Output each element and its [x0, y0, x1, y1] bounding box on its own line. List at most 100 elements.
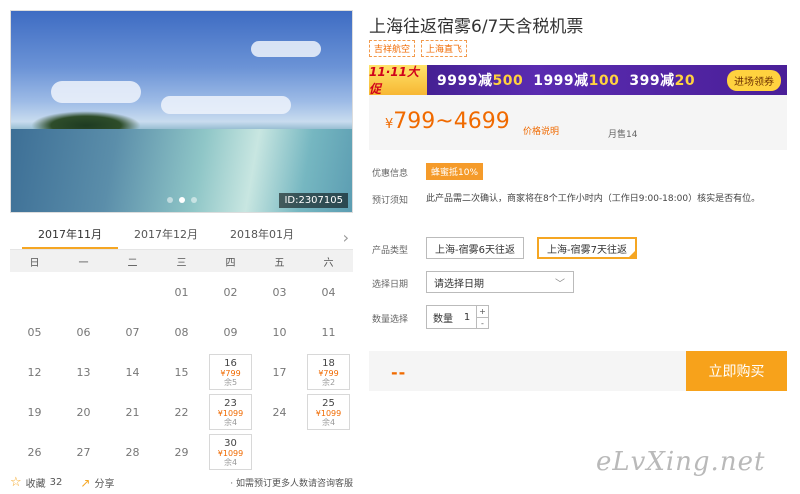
day-number: 01 — [174, 285, 189, 299]
product-type-option-selected[interactable]: 上海-宿雾7天往返 — [537, 237, 637, 259]
chevron-right-icon[interactable]: › — [343, 228, 349, 247]
day-stock: 余4 — [223, 417, 238, 427]
day-number: 14 — [125, 365, 140, 379]
photo-cloud — [161, 96, 291, 114]
calendar-month-tab[interactable]: 2017年12月 — [118, 226, 214, 249]
calendar-day — [59, 272, 108, 312]
price-range: ¥799~4699 — [385, 109, 510, 134]
calendar-day: 10 — [255, 312, 304, 352]
weekday-label: 五 — [274, 257, 285, 269]
weekday-label: 日 — [29, 257, 40, 269]
calendar-month-tabs: 2017年11月 2017年12月 2018年01月 › — [10, 222, 353, 250]
day-number: 29 — [174, 445, 189, 459]
calendar-day: 08 — [157, 312, 206, 352]
calendar-day: 07 — [108, 312, 157, 352]
day-number: 08 — [174, 325, 189, 339]
day-price: ¥1099 — [315, 408, 342, 418]
calendar-day: 02 — [206, 272, 255, 312]
day-number: 05 — [27, 325, 42, 339]
decrement-button[interactable]: - — [477, 318, 488, 329]
day-number: 30 — [224, 437, 237, 449]
day-stock: 余4 — [321, 417, 336, 427]
increment-button[interactable]: + — [477, 306, 488, 318]
day-number: 21 — [125, 405, 140, 419]
discount-label: 优惠信息 — [372, 169, 409, 179]
calendar-day: 29 — [157, 432, 206, 472]
promo-banner[interactable]: 11·11大促 9999减500 1999减100 399减20 进场领券 — [369, 65, 787, 96]
quantity-value[interactable]: 1 — [458, 312, 476, 323]
calendar-day: 09 — [206, 312, 255, 352]
share-icon: ↗ — [80, 475, 91, 490]
calendar-day — [255, 432, 304, 472]
day-stock: 余4 — [223, 457, 238, 467]
day-number: 23 — [224, 397, 237, 409]
get-coupon-button[interactable]: 进场领券 — [727, 69, 781, 91]
share-label: 分享 — [94, 479, 115, 490]
day-number: 18 — [322, 357, 335, 369]
date-select[interactable]: 请选择日期 ﹀ — [426, 271, 574, 293]
carousel-dot-active[interactable] — [178, 197, 185, 203]
day-number: 06 — [76, 325, 91, 339]
calendar-weekday-header: 日 一 二 三 四 五 六 — [10, 250, 353, 272]
calendar-day-available[interactable]: 23 ¥1099 余4 — [209, 394, 252, 430]
date-label: 选择日期 — [372, 280, 409, 290]
calendar-day-available[interactable]: 30 ¥1099 余4 — [209, 434, 252, 470]
share-button[interactable]: ↗ 分享 — [80, 475, 115, 491]
day-number: 04 — [321, 285, 336, 299]
quantity-field-label: 数量 — [433, 313, 453, 325]
day-number: 16 — [224, 357, 237, 369]
carousel-dot[interactable] — [190, 197, 197, 203]
favorite-label: 收藏 — [25, 479, 46, 490]
day-number: 25 — [322, 397, 335, 409]
photo-cloud — [51, 81, 141, 103]
day-number: 27 — [76, 445, 91, 459]
favorite-count: 32 — [49, 477, 63, 488]
day-stock: 余5 — [223, 377, 238, 387]
calendar-day — [108, 272, 157, 312]
weekday-label: 六 — [323, 257, 334, 269]
calendar-day-available[interactable]: 18 ¥799 余2 — [307, 354, 350, 390]
calendar-day-available[interactable]: 25 ¥1099 余4 — [307, 394, 350, 430]
day-number: 15 — [174, 365, 189, 379]
day-price: ¥1099 — [217, 448, 244, 458]
product-photo[interactable]: ID:2307105 — [10, 10, 353, 213]
product-type-option[interactable]: 上海-宿雾6天往返 — [426, 237, 524, 259]
day-number: 07 — [125, 325, 140, 339]
carousel-dot[interactable] — [166, 197, 173, 203]
calendar-day-available[interactable]: 16 ¥799 余5 — [209, 354, 252, 390]
consult-note[interactable]: · 如需预订更多人数请咨询客服 — [230, 476, 353, 489]
calendar-day: 04 — [304, 272, 353, 312]
calendar-day: 20 — [59, 392, 108, 432]
weekday-label: 三 — [176, 257, 187, 269]
product-tag: 吉祥航空 — [369, 40, 416, 57]
calendar-month-tab[interactable]: 2018年01月 — [214, 226, 310, 249]
calendar-month-tab[interactable]: 2017年11月 — [22, 226, 118, 249]
quantity-label: 数量选择 — [372, 315, 409, 325]
discount-badge: 蜂蜜抵10% — [426, 163, 484, 180]
product-tag: 上海直飞 — [421, 40, 468, 57]
calendar-day: 24 — [255, 392, 304, 432]
selected-check-icon — [627, 250, 636, 258]
calendar-day: 28 — [108, 432, 157, 472]
weekday-label: 一 — [78, 257, 89, 269]
price-explain-link[interactable]: 价格说明 — [523, 124, 559, 137]
quantity-stepper[interactable]: 数量 1 + - — [426, 305, 489, 329]
buy-now-button[interactable]: 立即购买 — [686, 351, 787, 391]
day-price: ¥799 — [220, 368, 241, 378]
calendar-grid: 01 02 03 04 05 06 07 08 09 10 11 12 13 14 15 16 ¥799 余5 17… — [10, 272, 353, 472]
date-select-placeholder: 请选择日期 — [434, 278, 484, 290]
booking-notice-text: 此产品需二次确认，商家将在8个工作小时内（工作日9:00-18:00）核实是否有… — [426, 194, 761, 204]
day-number: 28 — [125, 445, 140, 459]
day-number: 19 — [27, 405, 42, 419]
calendar-day: 19 — [10, 392, 59, 432]
star-icon: ☆ — [10, 475, 22, 490]
price-range-value: 799~4699 — [393, 109, 510, 134]
favorite-button[interactable]: ☆ 收藏 32 — [10, 475, 62, 490]
price-panel: ¥799~4699 价格说明 月售14 — [369, 95, 787, 150]
product-type-label: 产品类型 — [372, 246, 409, 256]
photo-id-label: ID:2307105 — [279, 193, 348, 208]
calendar-day: 15 — [157, 352, 206, 392]
chevron-down-icon: ﹀ — [555, 279, 565, 290]
photo-carousel-dots[interactable] — [166, 197, 197, 203]
action-bar: ☆ 收藏 32 ↗ 分享 · 如需预订更多人数请咨询客服 — [10, 475, 353, 490]
